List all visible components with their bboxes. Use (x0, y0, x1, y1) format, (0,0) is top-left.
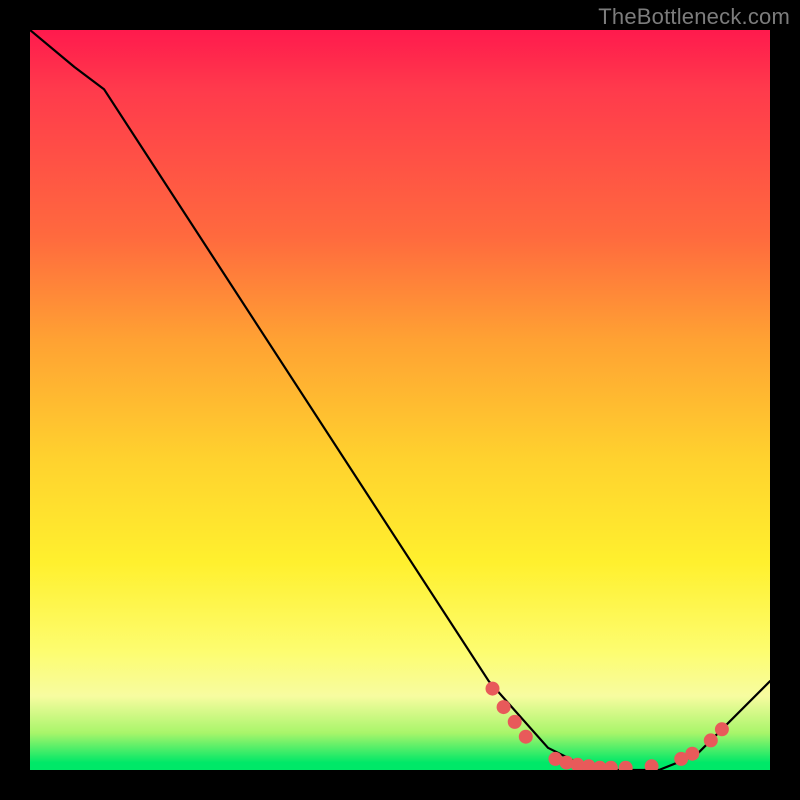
marker-dot (685, 747, 699, 761)
marker-dot (619, 761, 633, 770)
chart-frame: TheBottleneck.com (0, 0, 800, 800)
marker-dot (715, 722, 729, 736)
marker-dot (486, 682, 500, 696)
marker-dot (508, 715, 522, 729)
marker-dot (497, 700, 511, 714)
marker-dots (486, 682, 729, 770)
watermark-text: TheBottleneck.com (598, 4, 790, 30)
marker-dot (645, 759, 659, 770)
chart-svg (30, 30, 770, 770)
marker-dot (704, 733, 718, 747)
marker-dot (519, 730, 533, 744)
plot-area (30, 30, 770, 770)
curve-line (30, 30, 770, 770)
marker-dot (604, 761, 618, 770)
